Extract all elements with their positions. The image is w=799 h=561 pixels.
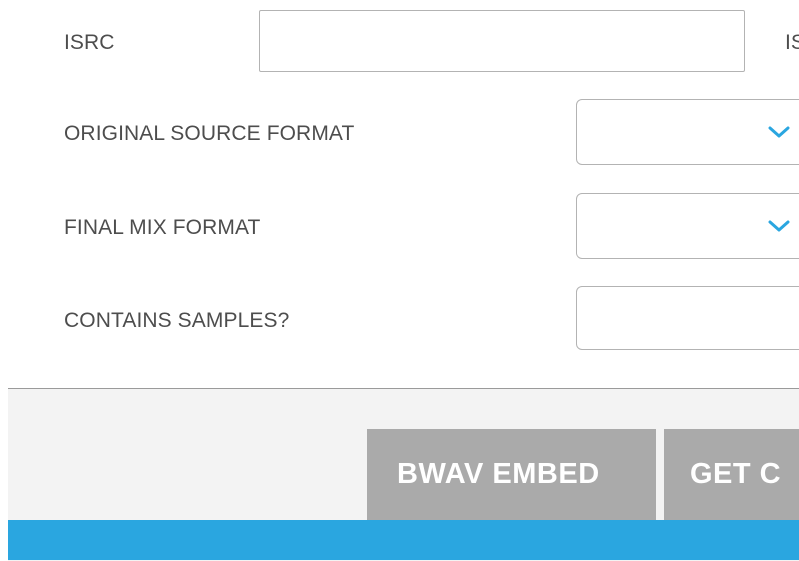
next-column-label: IS	[785, 31, 799, 54]
original-source-format-select[interactable]	[576, 99, 799, 165]
contains-samples-select[interactable]	[576, 286, 799, 350]
bwav-embed-button[interactable]: BWAV EMBED	[367, 429, 656, 520]
final-mix-format-select[interactable]	[576, 193, 799, 259]
isrc-label: ISRC	[64, 31, 115, 54]
isrc-input[interactable]	[259, 10, 745, 72]
get-button[interactable]: GET C	[664, 429, 799, 520]
metadata-form-page: ISRC IS ORIGINAL SOURCE FORMAT FINAL MIX…	[0, 0, 799, 561]
bottom-accent-bar	[8, 520, 799, 560]
chevron-down-icon	[768, 126, 790, 138]
final-mix-format-label: FINAL MIX FORMAT	[64, 216, 261, 239]
chevron-down-icon	[768, 220, 790, 232]
contains-samples-label: CONTAINS SAMPLES?	[64, 309, 290, 332]
original-source-format-label: ORIGINAL SOURCE FORMAT	[64, 122, 355, 145]
